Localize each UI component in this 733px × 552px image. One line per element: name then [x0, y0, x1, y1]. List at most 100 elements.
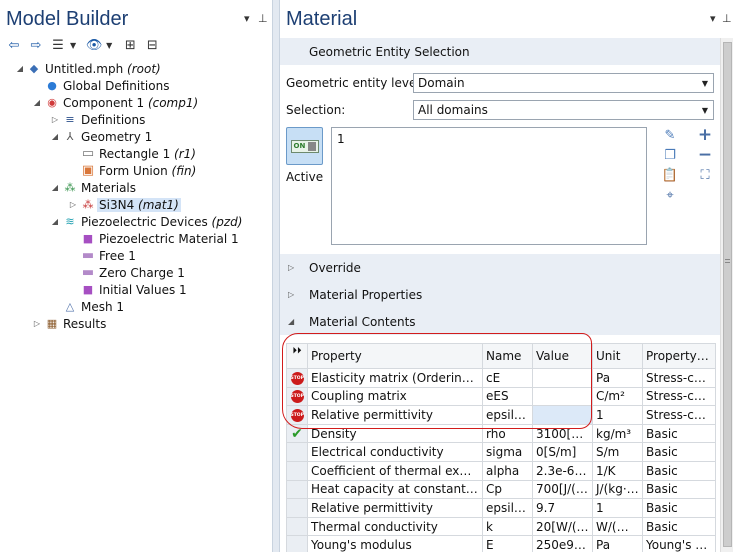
tree-expanded-toggle-icon[interactable]: ◢	[15, 64, 25, 73]
tree-item[interactable]: ◢ ≋ Piezoelectric Devices (pzd)	[0, 213, 272, 230]
remove-icon[interactable]: −	[697, 145, 713, 165]
cell-value[interactable]: 2.3e-6[1/...	[532, 460, 593, 481]
override-header[interactable]: ▷ Override	[280, 254, 720, 281]
cell-value[interactable]: 9.7	[532, 498, 593, 518]
forward-arrow-icon[interactable]: ⇨	[26, 37, 46, 53]
table-row[interactable]: Heat capacity at constant pres...Cp700[J…	[286, 479, 716, 500]
tree-collapsed-toggle-icon[interactable]: ▷	[68, 200, 78, 209]
table-row[interactable]: ✔Densityrho3100[kg/...kg/m³Basic	[286, 423, 716, 444]
globe-icon: ●	[47, 79, 57, 92]
toggle-text: ON	[293, 142, 306, 150]
tree-item-label: Geometry 1	[81, 129, 153, 144]
cell-property-group: Stress-charge	[642, 386, 716, 407]
column-header-property[interactable]: Property	[307, 343, 483, 369]
tree-item[interactable]: ■ Piezoelectric Material 1	[0, 230, 272, 247]
add-icon[interactable]: +	[697, 125, 713, 145]
cell-value[interactable]: 250e9[Pa]	[532, 535, 593, 552]
tree-expanded-toggle-icon[interactable]: ◢	[50, 132, 60, 141]
paste-selection-icon[interactable]: ✎	[662, 127, 678, 143]
selection-select[interactable]: All domains ▼	[413, 100, 714, 120]
table-row[interactable]: Coefficient of thermal expansionalpha2.3…	[286, 460, 716, 481]
boundary-feature-icon: ▬	[81, 248, 95, 263]
cell-property: Coefficient of thermal expansion	[307, 460, 483, 481]
table-row[interactable]: STOPCoupling matrixeES C/m²Stress-charge	[286, 386, 716, 407]
cell-property-group: Basic	[642, 479, 716, 500]
tree-expanded-toggle-icon[interactable]: ◢	[50, 183, 60, 192]
model-tree: ◢ ◆ Untitled.mph (root) ● Global Definitions…	[0, 60, 272, 332]
table-row[interactable]: STOPRelative permittivityepsilon... 1Stre…	[286, 405, 716, 425]
tree-collapsed-toggle-icon[interactable]: ▷	[50, 115, 60, 124]
cell-name: epsilon...	[482, 405, 533, 425]
active-toggle-button[interactable]: ON	[286, 127, 323, 165]
cell-value[interactable]: 3100[kg/...	[532, 423, 593, 444]
geometric-entity-level-select[interactable]: Domain ▼	[413, 73, 714, 93]
clipboard-icon[interactable]: 📋	[662, 167, 678, 183]
tree-item[interactable]: ▷ ▦ Results	[0, 315, 272, 332]
column-header-value[interactable]: Value	[532, 343, 593, 369]
tree-item[interactable]: ◢ ◆ Untitled.mph (root)	[0, 60, 272, 77]
cell-value[interactable]: 20[W/(m...	[532, 516, 593, 537]
scrollbar-thumb[interactable]	[723, 42, 732, 547]
table-row[interactable]: Thermal conductivityk20[W/(m...W/(m·K)Ba…	[286, 516, 716, 537]
pin-icon[interactable]: ⊥	[722, 12, 732, 25]
tree-item[interactable]: ▷ ⁂ Si3N4 (mat1)	[0, 196, 272, 213]
cell-unit: kg/m³	[592, 423, 643, 444]
cell-value[interactable]	[532, 386, 593, 407]
tree-item[interactable]: ■ Initial Values 1	[0, 281, 272, 298]
cell-property-group: Young's mod	[642, 535, 716, 552]
selection-list[interactable]: 1	[331, 127, 647, 245]
tree-item[interactable]: ▷ ≡ Definitions	[0, 111, 272, 128]
expand-all-icon[interactable]: ⊞	[120, 37, 140, 53]
geometric-entity-selection-header[interactable]: Geometric Entity Selection	[280, 38, 720, 65]
eye-icon[interactable]: 👁	[84, 37, 104, 53]
back-arrow-icon[interactable]: ⇦	[4, 37, 24, 53]
model-builder-panel: Model Builder ▾ ⊥ ⇦ ⇨ ☰ ▼ 👁 ▼ ⊞ ⊟ ◢ ◆ Unti…	[0, 0, 272, 552]
selection-list-item[interactable]: 1	[337, 132, 345, 146]
cell-value[interactable]	[532, 405, 593, 425]
chevron-down-icon[interactable]: ▼	[106, 41, 112, 50]
chevron-down-icon[interactable]: ▼	[70, 41, 76, 50]
zoom-to-selection-icon[interactable]: ⌖	[662, 187, 678, 203]
column-header-name[interactable]: Name	[482, 343, 533, 369]
tree-item[interactable]: ▬ Zero Charge 1	[0, 264, 272, 281]
tree-expanded-toggle-icon[interactable]: ◢	[32, 98, 42, 107]
pin-icon[interactable]: ⊥	[258, 12, 268, 25]
material-properties-header[interactable]: ▷ Material Properties	[280, 281, 720, 308]
stop-error-icon: STOP	[286, 386, 308, 407]
tree-item[interactable]: ▭ Rectangle 1 (r1)	[0, 145, 272, 162]
material-contents-header[interactable]: ◢ Material Contents	[280, 308, 720, 335]
cell-value[interactable]: 700[J/(kg...	[532, 479, 593, 500]
cell-unit: Pa	[592, 368, 643, 388]
collapse-all-icon[interactable]: ⊟	[142, 37, 162, 53]
table-row[interactable]: Young's modulus E 250e9[Pa] Pa Young's mod	[286, 535, 716, 552]
tree-item-label: Mesh 1	[81, 299, 125, 314]
column-header-unit[interactable]: Unit	[592, 343, 643, 369]
tree-item[interactable]: ◢ ⁂ Materials	[0, 179, 272, 196]
tree-item[interactable]: ▣ Form Union (fin)	[0, 162, 272, 179]
vertical-scrollbar[interactable]	[720, 38, 733, 552]
column-header-property-group[interactable]: Property group	[642, 343, 716, 369]
status-cell	[286, 535, 308, 552]
tree-item[interactable]: ● Global Definitions	[0, 77, 272, 94]
panel-menu-icon[interactable]: ▾	[710, 12, 716, 25]
cell-value[interactable]: 0[S/m]	[532, 442, 593, 462]
list-menu-icon[interactable]: ☰	[48, 37, 68, 53]
tree-item[interactable]: ▬ Free 1	[0, 247, 272, 264]
chevron-right-icon: ▷	[288, 290, 295, 299]
cell-unit: 1	[592, 498, 643, 518]
cell-property: Heat capacity at constant pres...	[307, 479, 483, 500]
clear-selection-icon[interactable]: ⛶	[697, 167, 713, 183]
copy-selection-icon[interactable]: ❐	[662, 147, 678, 163]
tree-item[interactable]: ◢ ⅄ Geometry 1	[0, 128, 272, 145]
tree-item[interactable]: △ Mesh 1	[0, 298, 272, 315]
table-row[interactable]: STOPElasticity matrix (Ordering: xx,...c…	[286, 368, 716, 388]
table-row[interactable]: Relative permittivity epsilonr 9.7 1 Basic	[286, 498, 716, 518]
panel-splitter[interactable]	[272, 0, 280, 552]
tree-collapsed-toggle-icon[interactable]: ▷	[32, 319, 42, 328]
collapse-column-icon[interactable]: ⏵⏵	[286, 343, 308, 369]
table-row[interactable]: Electrical conductivity sigma 0[S/m] S/m Bas…	[286, 442, 716, 462]
tree-expanded-toggle-icon[interactable]: ◢	[50, 217, 60, 226]
cell-value[interactable]	[532, 368, 593, 388]
panel-menu-icon[interactable]: ▾	[244, 12, 250, 25]
tree-item[interactable]: ◢ ◉ Component 1 (comp1)	[0, 94, 272, 111]
